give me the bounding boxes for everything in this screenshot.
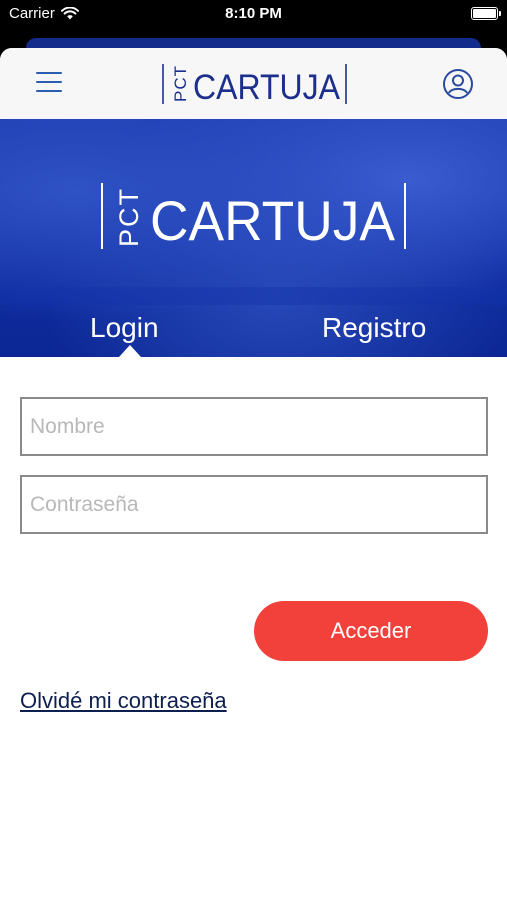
- tab-registro[interactable]: Registro: [322, 312, 426, 344]
- nav-logo-text: CARTUJA: [193, 68, 341, 106]
- forgot-password-link[interactable]: Olvidé mi contraseña: [20, 688, 227, 714]
- nav-bar: PCT CARTUJA: [0, 48, 507, 119]
- tab-login[interactable]: Login: [90, 312, 159, 344]
- hero-logo: PCT CARTUJA: [101, 183, 406, 251]
- menu-button[interactable]: [34, 70, 64, 94]
- hero-band: [0, 287, 507, 305]
- status-time: 8:10 PM: [225, 5, 282, 22]
- nav-logo-prefix: PCT: [171, 65, 190, 102]
- nombre-input[interactable]: [20, 397, 488, 456]
- nav-logo: PCT CARTUJA: [162, 64, 347, 106]
- hero-logo-text: CARTUJA: [150, 189, 396, 251]
- modal-sheet: PCT CARTUJA PCT CARTUJA Login Registro A…: [0, 48, 507, 900]
- password-input[interactable]: [20, 475, 488, 534]
- hamburger-line-icon: [36, 72, 62, 74]
- hero-logo-prefix: PCT: [114, 187, 144, 247]
- hamburger-line-icon: [36, 81, 62, 83]
- hamburger-line-icon: [36, 90, 62, 92]
- battery-icon: [471, 7, 501, 20]
- active-tab-indicator: [119, 345, 141, 357]
- user-account-icon[interactable]: [442, 68, 474, 100]
- hero-banner: PCT CARTUJA Login Registro: [0, 119, 507, 357]
- acceder-button[interactable]: Acceder: [254, 601, 488, 661]
- status-bar: Carrier 8:10 PM: [0, 0, 507, 30]
